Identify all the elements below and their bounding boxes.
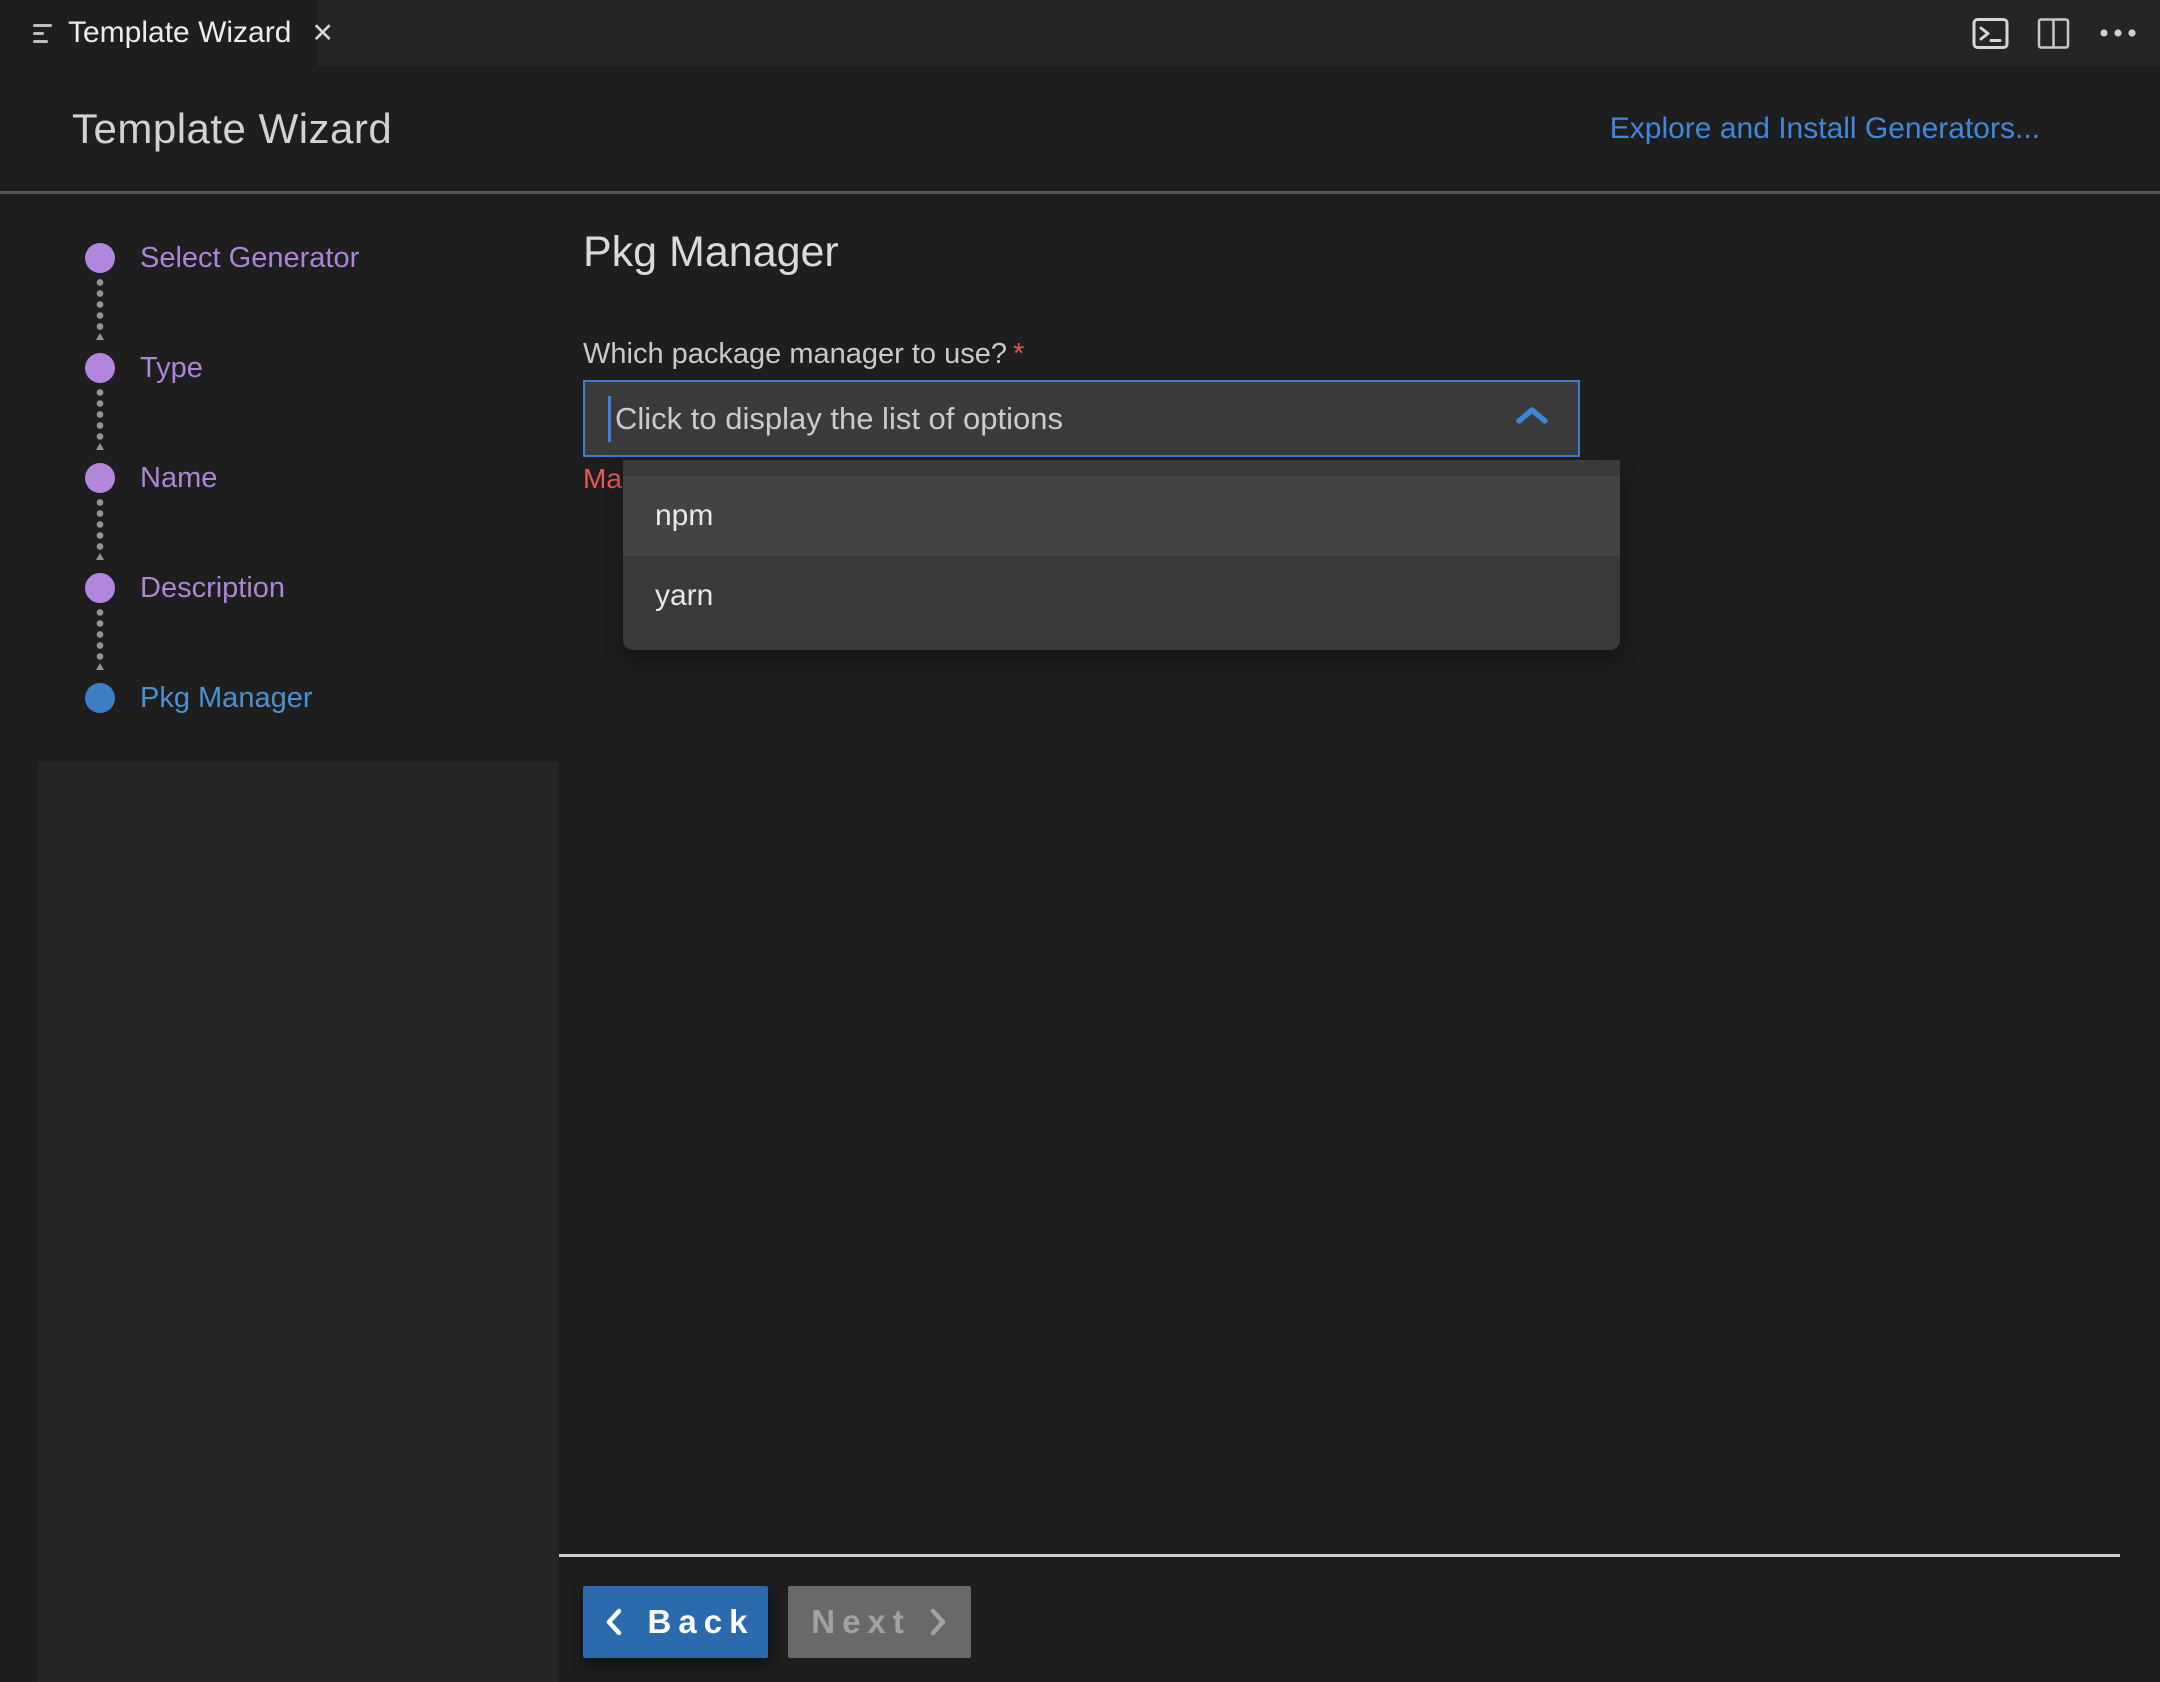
wizard-list-icon	[33, 24, 52, 43]
select-placeholder-text: Click to display the list of options	[615, 401, 1063, 436]
question-text: Which package manager to use?	[583, 338, 1007, 370]
more-actions-icon[interactable]	[2098, 27, 2138, 39]
footer-divider	[559, 1554, 2120, 1557]
next-button[interactable]: Next	[788, 1586, 971, 1658]
tab-close-icon[interactable]: ✕	[311, 20, 334, 47]
chevron-up-icon[interactable]	[1514, 405, 1550, 432]
step-label: Pkg Manager	[140, 683, 313, 713]
question-label: Which package manager to use?*	[583, 338, 1024, 371]
chevron-left-icon	[604, 1606, 624, 1638]
tab-title: Template Wizard	[68, 16, 291, 50]
package-manager-select[interactable]: Click to display the list of options	[583, 380, 1580, 457]
form-heading: Pkg Manager	[583, 228, 839, 277]
editor-actions	[1972, 0, 2138, 66]
options-dropdown: npm yarn	[623, 460, 1620, 650]
step-connector	[96, 497, 104, 552]
step-label: Select Generator	[140, 243, 359, 273]
tab-template-wizard[interactable]: Template Wizard ✕	[0, 0, 317, 66]
step-pkg-manager[interactable]: Pkg Manager	[85, 683, 313, 713]
step-type[interactable]: Type	[85, 353, 203, 383]
required-marker: *	[1013, 338, 1024, 370]
step-dot	[85, 463, 115, 493]
step-dot	[85, 353, 115, 383]
step-dot	[85, 243, 115, 273]
step-select-generator[interactable]: Select Generator	[85, 243, 359, 273]
back-button[interactable]: Back	[583, 1586, 768, 1658]
step-label: Name	[140, 463, 217, 493]
template-wizard-window: Template Wizard ✕	[0, 0, 2160, 1682]
explore-generators-link[interactable]: Explore and Install Generators...	[1610, 112, 2040, 146]
left-panel	[38, 762, 558, 1682]
chevron-right-icon	[928, 1606, 948, 1638]
step-label: Description	[140, 573, 285, 603]
editor-tab-bar: Template Wizard ✕	[0, 0, 2160, 66]
step-connector	[96, 277, 104, 332]
step-name[interactable]: Name	[85, 463, 217, 493]
text-caret	[608, 396, 611, 442]
option-yarn[interactable]: yarn	[623, 556, 1620, 636]
page-title: Template Wizard	[72, 105, 392, 153]
split-editor-icon[interactable]	[2037, 17, 2070, 50]
step-connector	[96, 607, 104, 662]
step-connector	[96, 387, 104, 442]
step-dot	[85, 683, 115, 713]
terminal-icon[interactable]	[1972, 17, 2009, 50]
option-npm[interactable]: npm	[623, 476, 1620, 556]
step-label: Type	[140, 353, 203, 383]
step-description[interactable]: Description	[85, 573, 285, 603]
step-dot	[85, 573, 115, 603]
next-button-label: Next	[811, 1603, 911, 1641]
back-button-label: Back	[648, 1603, 755, 1641]
page-header: Template Wizard Explore and Install Gene…	[0, 66, 2160, 194]
select-placeholder: Click to display the list of options	[608, 401, 1063, 437]
